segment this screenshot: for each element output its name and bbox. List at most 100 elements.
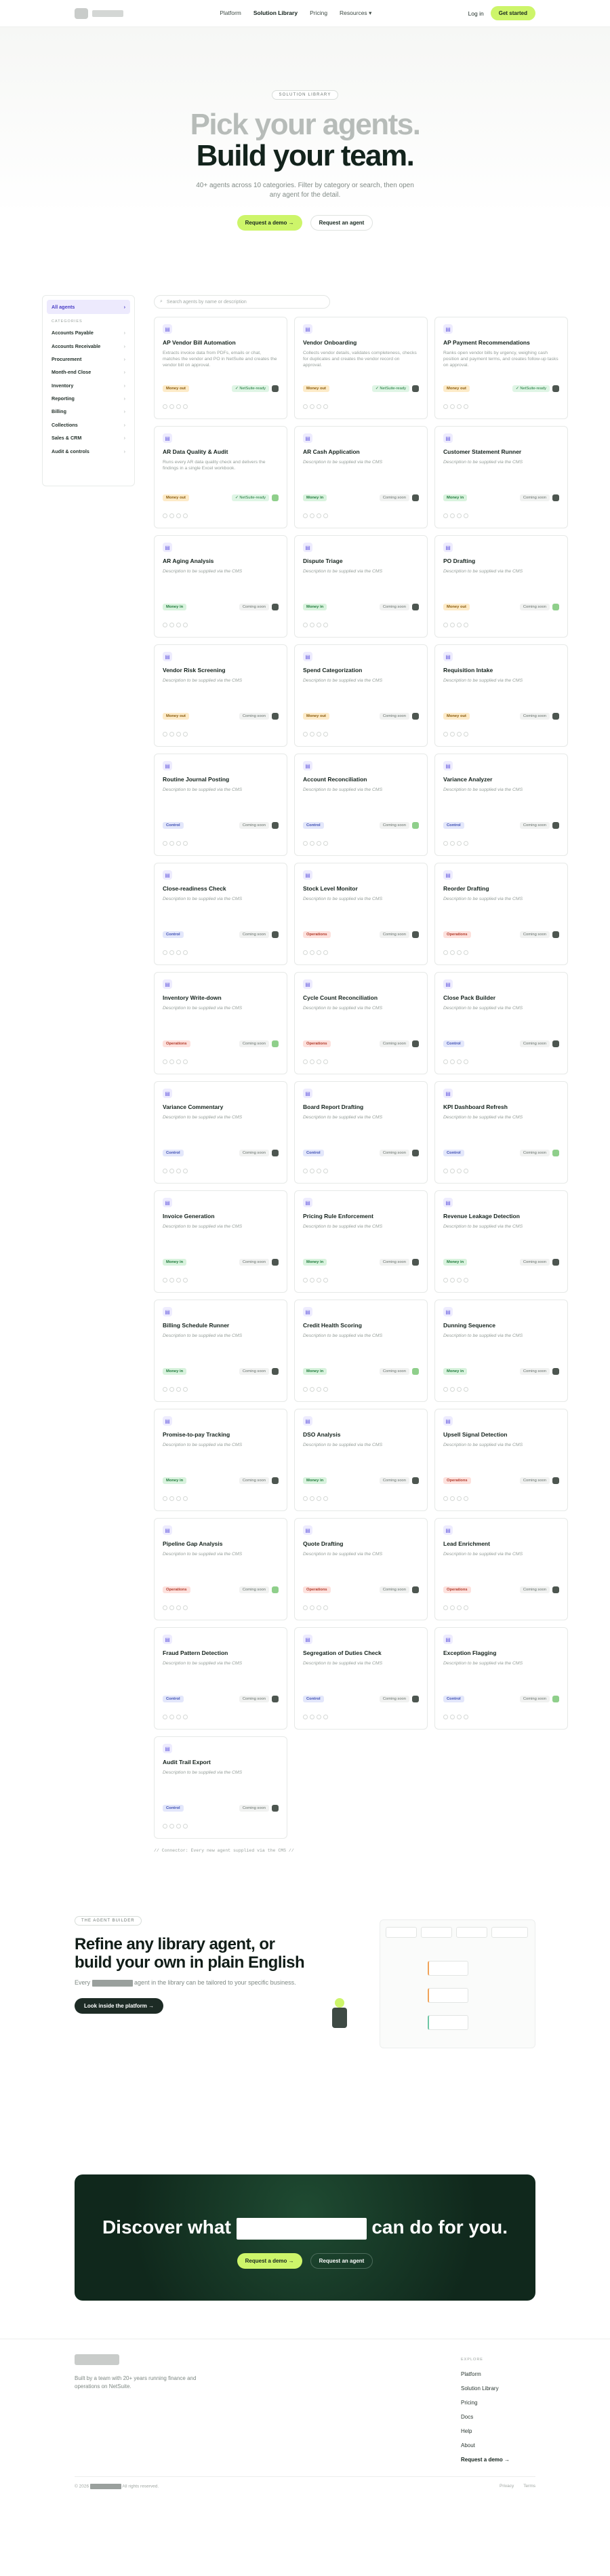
- rating-dot: [317, 404, 321, 409]
- request-agent-button[interactable]: Request an agent: [310, 215, 373, 231]
- agent-card[interactable]: ▤ Variance Commentary Description to be su…: [154, 1081, 287, 1184]
- agent-card[interactable]: ▤ Vendor Risk Screening Description to be …: [154, 644, 287, 747]
- category-tag: Money in: [303, 494, 327, 501]
- agent-card[interactable]: ▤ Pipeline Gap Analysis Description to be …: [154, 1518, 287, 1620]
- footer-link-solution-library[interactable]: Solution Library: [461, 2381, 510, 2396]
- agent-card[interactable]: ▤ Segregation of Duties Check Description …: [294, 1627, 428, 1730]
- nav-link-platform[interactable]: Platform: [220, 9, 241, 17]
- agent-card[interactable]: ▤ Pricing Rule Enforcement Description to …: [294, 1190, 428, 1293]
- agent-icon: ▤: [303, 1416, 312, 1426]
- agent-card[interactable]: ▤ Account Reconciliation Description to be…: [294, 754, 428, 856]
- rating: [163, 1496, 188, 1501]
- terms-link[interactable]: Terms: [523, 2484, 535, 2489]
- sidebar-item-month-end-close[interactable]: Month-end Close ›: [47, 366, 130, 378]
- logo[interactable]: [75, 7, 123, 19]
- agent-card[interactable]: ▤ Stock Level Monitor Description to be su…: [294, 863, 428, 965]
- rating-dot: [169, 841, 174, 846]
- sidebar-item-procurement[interactable]: Procurement ›: [47, 353, 130, 366]
- rating-dot: [303, 513, 308, 518]
- agent-card[interactable]: ▤ Close-readiness Check Description to be …: [154, 863, 287, 965]
- rating-dot: [464, 1605, 468, 1610]
- search-input[interactable]: ⌕ Search agents by name or description: [154, 295, 330, 309]
- sidebar-item-collections[interactable]: Collections ›: [47, 418, 130, 431]
- agent-card[interactable]: ▤ DSO Analysis Description to be supplied …: [294, 1409, 428, 1511]
- agent-card[interactable]: ▤ PO Drafting Description to be supplied v…: [434, 535, 568, 638]
- agent-card[interactable]: ▤ Upsell Signal Detection Description to b…: [434, 1409, 568, 1511]
- nav-link-resources[interactable]: Resources ▾: [340, 9, 371, 17]
- agent-card[interactable]: ▤ Lead Enrichment Description to be suppli…: [434, 1518, 568, 1620]
- agent-title: Exception Flagging: [443, 1650, 497, 1656]
- agent-description: Description to be supplied via the CMS: [163, 1552, 243, 1557]
- request-demo-button[interactable]: Request a demo →: [237, 2253, 302, 2269]
- rating-dot: [176, 1387, 181, 1392]
- footer-link-docs[interactable]: Docs: [461, 2410, 510, 2424]
- get-started-button[interactable]: Get started: [490, 6, 535, 20]
- agent-title: Lead Enrichment: [443, 1540, 490, 1547]
- avatar: [272, 1477, 279, 1484]
- footer-link-help[interactable]: Help: [461, 2424, 510, 2438]
- agent-card[interactable]: ▤ Inventory Write-down Description to be s…: [154, 972, 287, 1074]
- footer-logo[interactable]: [75, 2354, 119, 2365]
- login-link[interactable]: Log in: [468, 10, 484, 17]
- agent-card[interactable]: ▤ AP Payment Recommendations Ranks open ve…: [434, 317, 568, 419]
- footer-link-platform[interactable]: Platform: [461, 2367, 510, 2381]
- request-demo-button[interactable]: Request a demo →: [237, 215, 302, 231]
- privacy-link[interactable]: Privacy: [500, 2484, 514, 2489]
- sidebar-item-accounts-payable[interactable]: Accounts Payable ›: [47, 326, 130, 339]
- hero-title-light: Pick your agents.: [190, 108, 421, 141]
- agent-card[interactable]: ▤ Dispute Triage Description to be supplie…: [294, 535, 428, 638]
- rating: [303, 1496, 328, 1501]
- agent-card[interactable]: ▤ Reorder Drafting Description to be suppl…: [434, 863, 568, 965]
- agent-card[interactable]: ▤ Cycle Count Reconciliation Description t…: [294, 972, 428, 1074]
- agent-card[interactable]: ▤ Spend Categorization Description to be s…: [294, 644, 428, 747]
- footer-link-pricing[interactable]: Pricing: [461, 2396, 510, 2410]
- agent-card[interactable]: ▤ Quote Drafting Description to be supplie…: [294, 1518, 428, 1620]
- sidebar-item-sales-crm[interactable]: Sales & CRM ›: [47, 431, 130, 444]
- agent-icon: ▤: [303, 652, 312, 661]
- agent-card[interactable]: ▤ Exception Flagging Description to be sup…: [434, 1627, 568, 1730]
- rating-dot: [169, 1169, 174, 1173]
- sidebar-item-accounts-receivable[interactable]: Accounts Receivable ›: [47, 339, 130, 352]
- agent-card[interactable]: ▤ Credit Health Scoring Description to be …: [294, 1300, 428, 1402]
- nav-link-solution-library[interactable]: Solution Library: [253, 9, 298, 17]
- agent-card[interactable]: ▤ AR Data Quality & Audit Runs every AR da…: [154, 426, 287, 528]
- rating-dot: [310, 841, 314, 846]
- sidebar-item-audit-controls[interactable]: Audit & controls ›: [47, 444, 130, 457]
- agent-card[interactable]: ▤ Vendor Onboarding Collects vendor detail…: [294, 317, 428, 419]
- agent-card[interactable]: ▤ Customer Statement Runner Description to…: [434, 426, 568, 528]
- rating-dot: [464, 841, 468, 846]
- agent-card[interactable]: ▤ Close Pack Builder Description to be sup…: [434, 972, 568, 1074]
- agent-card[interactable]: ▤ Audit Trail Export Description to be sup…: [154, 1736, 287, 1839]
- agent-card[interactable]: ▤ Requisition Intake Description to be sup…: [434, 644, 568, 747]
- footer-request-demo-link[interactable]: Request a demo →: [461, 2453, 510, 2467]
- agent-card[interactable]: ▤ Billing Schedule Runner Description to b…: [154, 1300, 287, 1402]
- nav-link-pricing[interactable]: Pricing: [310, 9, 327, 17]
- avatar: [552, 1696, 559, 1702]
- sidebar-item-billing[interactable]: Billing ›: [47, 405, 130, 418]
- rating-dot: [317, 1605, 321, 1610]
- agent-card[interactable]: ▤ Promise-to-pay Tracking Description to b…: [154, 1409, 287, 1511]
- agent-card[interactable]: ▤ Fraud Pattern Detection Description to b…: [154, 1627, 287, 1730]
- agent-card[interactable]: ▤ Variance Analyzer Description to be supp…: [434, 754, 568, 856]
- agent-card[interactable]: ▤ AP Vendor Bill Automation Extracts invoi…: [154, 317, 287, 419]
- agent-description: Description to be supplied via the CMS: [443, 1443, 523, 1447]
- footer-link-about[interactable]: About: [461, 2438, 510, 2453]
- rating-dot: [303, 1496, 308, 1501]
- rating-dot: [323, 513, 328, 518]
- agent-card[interactable]: ▤ Dunning Sequence Description to be suppl…: [434, 1300, 568, 1402]
- sidebar-item-reporting[interactable]: Reporting ›: [47, 392, 130, 405]
- sidebar-heading: CATEGORIES: [52, 319, 83, 324]
- sidebar-item-inventory[interactable]: Inventory ›: [47, 379, 130, 392]
- sidebar-item-all-agents[interactable]: All agents ›: [47, 300, 130, 314]
- agent-card[interactable]: ▤ Routine Journal Posting Description to b…: [154, 754, 287, 856]
- agent-card[interactable]: ▤ Revenue Leakage Detection Description to…: [434, 1190, 568, 1293]
- agent-card[interactable]: ▤ AR Aging Analysis Description to be supp…: [154, 535, 287, 638]
- agent-card[interactable]: ▤ AR Cash Application Description to be su…: [294, 426, 428, 528]
- agent-card[interactable]: ▤ KPI Dashboard Refresh Description to be …: [434, 1081, 568, 1184]
- look-inside-button[interactable]: Look inside the platform →: [75, 1998, 164, 2014]
- avatar: [272, 1805, 279, 1812]
- agent-card[interactable]: ▤ Board Report Drafting Description to be …: [294, 1081, 428, 1184]
- request-agent-button[interactable]: Request an agent: [310, 2253, 373, 2269]
- rating-dot: [317, 1715, 321, 1719]
- agent-card[interactable]: ▤ Invoice Generation Description to be sup…: [154, 1190, 287, 1293]
